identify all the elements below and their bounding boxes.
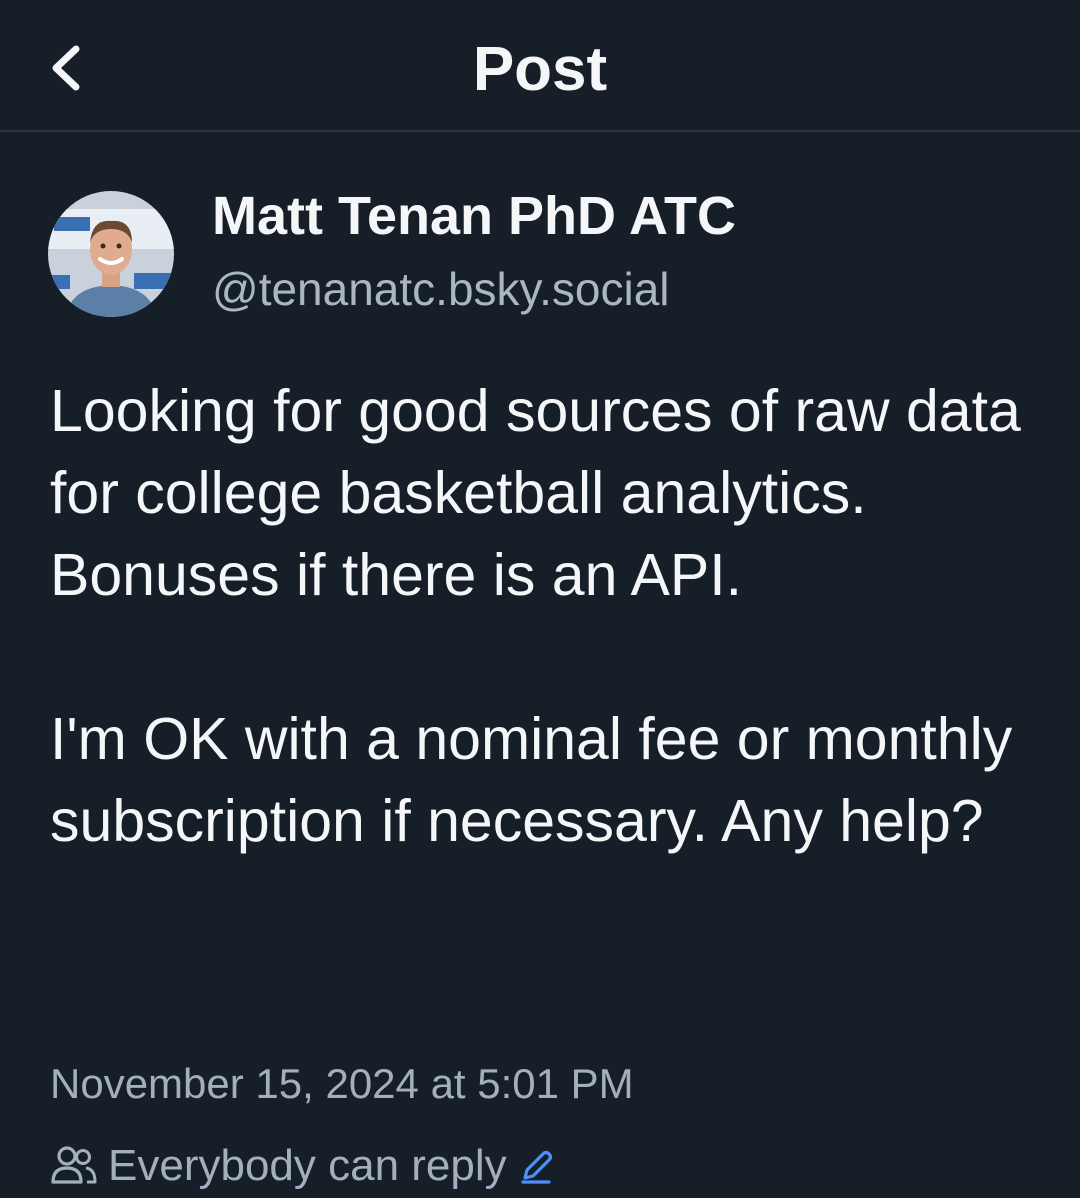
post-text: Looking for good sources of raw data for… <box>50 370 1040 862</box>
post-paragraph: I'm OK with a nominal fee or monthly sub… <box>50 706 1013 854</box>
post-screen: Post Matt Tenan PhD ATC @tenanatc.bsky.s… <box>0 0 1080 1198</box>
post-paragraph: Looking for good sources of raw data for… <box>50 378 1021 608</box>
author-handle[interactable]: @tenanatc.bsky.social <box>212 260 736 318</box>
header-bar: Post <box>0 0 1080 132</box>
pencil-icon <box>521 1150 552 1184</box>
avatar[interactable] <box>48 191 174 317</box>
reply-settings-button[interactable]: Everybody can reply <box>50 1138 553 1194</box>
author-display-name[interactable]: Matt Tenan PhD ATC <box>212 184 736 248</box>
people-icon <box>51 1146 97 1184</box>
author-row: Matt Tenan PhD ATC @tenanatc.bsky.social <box>48 186 736 318</box>
page-title: Post <box>472 35 608 104</box>
reply-setting-label: Everybody can reply <box>108 1141 507 1190</box>
user-avatar-image <box>48 191 174 317</box>
author-info: Matt Tenan PhD ATC @tenanatc.bsky.social <box>212 184 736 318</box>
post-timestamp: November 15, 2024 at 5:01 PM <box>50 1060 634 1107</box>
